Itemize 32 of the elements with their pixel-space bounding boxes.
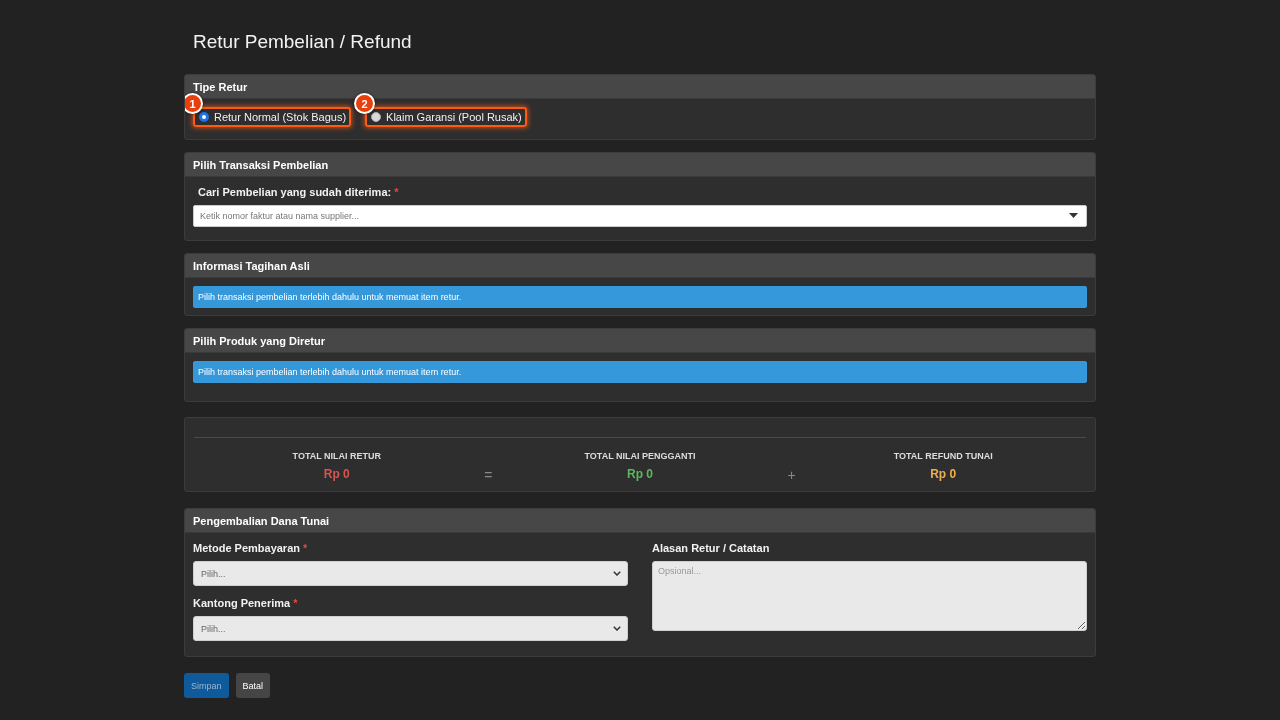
return-type-option[interactable]: Retur Normal (Stok Bagus) <box>193 107 352 127</box>
operator-sign: = <box>484 467 493 483</box>
panel-title: Pengembalian Dana Tunai <box>193 514 330 527</box>
panel-title: Tipe Retur <box>193 80 248 93</box>
cancel-button[interactable]: Batal <box>235 673 271 698</box>
caret-down-icon <box>1069 213 1078 218</box>
total-value: Rp 0 <box>627 467 653 481</box>
panel-title: Pilih Produk yang Diretur <box>193 334 326 347</box>
return-type-option[interactable]: Klaim Garansi (Pool Rusak) <box>365 107 527 127</box>
chevron-down-icon <box>613 571 621 576</box>
info-alert: Pilih transaksi pembelian terlebih dahulu untuk memuat item retur. <box>193 286 1087 308</box>
chevron-down-icon <box>613 626 621 631</box>
total-value: Rp 0 <box>323 467 350 481</box>
field-label: Alasan Retur / Catatan <box>652 542 771 555</box>
field-label: Cari Pembelian yang sudah diterima: * <box>198 186 400 199</box>
step-number-badge: 1 <box>185 93 203 114</box>
field-label: Metode Pembayaran * <box>193 542 309 555</box>
select-field[interactable]: Pilih... <box>193 561 628 586</box>
operator-sign: + <box>787 467 796 483</box>
purchase-search-field[interactable]: Ketik nomor faktur atau nama supplier... <box>193 205 1087 227</box>
panel-title: Informasi Tagihan Asli <box>193 259 310 272</box>
page-title: Retur Pembelian / Refund <box>193 30 413 54</box>
radio-icon[interactable] <box>371 112 382 122</box>
total-label: TOTAL NILAI RETUR <box>292 451 382 461</box>
total-label: TOTAL REFUND TUNAI <box>893 451 993 461</box>
field-label: Kantong Penerima * <box>193 597 299 610</box>
info-alert: Pilih transaksi pembelian terlebih dahulu untuk memuat item retur. <box>193 361 1087 383</box>
total-label: TOTAL NILAI PENGGANTI <box>584 451 696 461</box>
panel-title: Pilih Transaksi Pembelian <box>193 158 329 171</box>
select-field[interactable]: Pilih... <box>193 616 628 641</box>
notes-field[interactable]: Opsional... <box>652 561 1087 631</box>
total-value: Rp 0 <box>930 467 957 481</box>
